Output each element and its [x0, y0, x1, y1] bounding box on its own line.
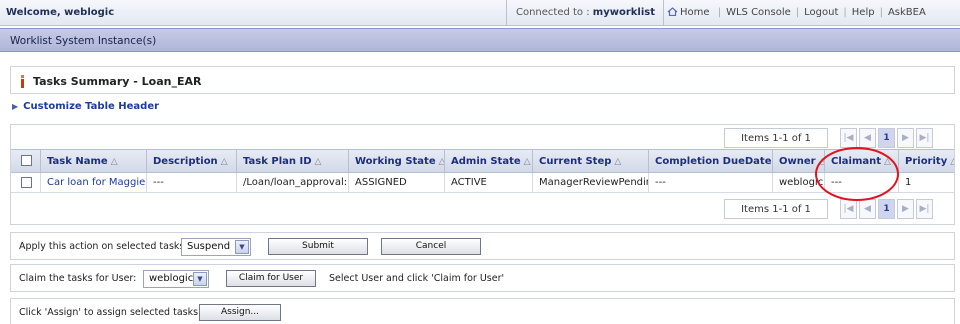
section-title: Worklist System Instance(s)	[10, 35, 157, 47]
exclamation-icon	[21, 75, 24, 88]
top-nav-links: Home | WLS Console | Logout | Help | AskBEA	[667, 7, 957, 18]
sort-icon: △	[950, 157, 954, 167]
page-number[interactable]: 1	[878, 199, 895, 219]
col-priority[interactable]: Priority △	[899, 150, 954, 172]
tasks-table: Items 1-1 of 1 |◀ ◀ 1 ▶ ▶| Task Name △ De…	[10, 124, 955, 225]
customize-table-header-link[interactable]: ▶ Customize Table Header	[12, 101, 159, 112]
row-checkbox[interactable]	[21, 177, 32, 188]
sort-icon: △	[220, 157, 228, 167]
row-select-cell	[11, 173, 41, 192]
first-page-icon[interactable]: |◀	[840, 128, 857, 148]
claim-label: Claim the tasks for User:	[19, 273, 137, 284]
col-working-state[interactable]: Working State △	[349, 150, 445, 172]
expand-triangle-icon: ▶	[12, 102, 19, 111]
cell-completion-due-date: ---	[649, 173, 773, 192]
claim-for-user-button[interactable]: Claim for User	[226, 270, 316, 287]
page-number[interactable]: 1	[878, 128, 895, 148]
sort-icon: △	[523, 157, 531, 167]
cell-working-state: ASSIGNED	[349, 173, 445, 192]
connection-status: Connected to : myworklist	[506, 0, 664, 26]
prev-page-icon[interactable]: ◀	[859, 128, 876, 148]
wls-console-link[interactable]: WLS Console	[726, 7, 791, 18]
col-current-step[interactable]: Current Step △	[533, 150, 649, 172]
tasks-summary-title: Tasks Summary - Loan_EAR	[33, 75, 202, 88]
section-bar: Worklist System Instance(s)	[0, 28, 960, 52]
pager-top: Items 1-1 of 1 |◀ ◀ 1 ▶ ▶|	[724, 128, 952, 148]
nav-separator: |	[795, 7, 800, 18]
home-link-label: Home	[680, 7, 710, 18]
col-completion-due-date[interactable]: Completion DueDate△	[649, 150, 773, 172]
table-header-row: Task Name △ Description △ Task Plan ID △ Wo…	[11, 149, 954, 173]
home-icon	[667, 7, 678, 16]
next-page-icon[interactable]: ▶	[897, 128, 914, 148]
cell-description: ---	[147, 173, 237, 192]
cell-priority: 1	[905, 177, 912, 188]
top-header: Welcome, weblogic Connected to : myworkl…	[0, 0, 960, 26]
assign-button[interactable]: Assign...	[199, 304, 281, 321]
help-link[interactable]: Help	[852, 7, 875, 18]
task-name-link[interactable]: Car loan for Maggie May	[41, 173, 147, 192]
col-description[interactable]: Description △	[147, 150, 237, 172]
col-admin-state[interactable]: Admin State △	[445, 150, 533, 172]
chevron-down-icon: ▼	[193, 272, 207, 286]
last-page-icon[interactable]: ▶|	[916, 128, 933, 148]
sort-icon: △	[614, 157, 622, 167]
items-count: Items 1-1 of 1	[724, 199, 828, 219]
col-task-name[interactable]: Task Name △	[41, 150, 147, 172]
nav-separator: |	[879, 7, 883, 18]
pager-bottom: Items 1-1 of 1 |◀ ◀ 1 ▶ ▶|	[724, 199, 952, 219]
customize-label: Customize Table Header	[23, 101, 160, 112]
cell-admin-state: ACTIVE	[445, 173, 533, 192]
action-select[interactable]: Suspend ▼	[181, 238, 251, 256]
prev-page-icon[interactable]: ◀	[859, 199, 876, 219]
assign-panel: Click 'Assign' to assign selected tasks …	[10, 298, 955, 324]
apply-action-panel: Apply this action on selected tasks: Sus…	[10, 232, 955, 260]
action-select-value: Suspend	[187, 241, 231, 252]
sort-icon: △	[314, 157, 322, 167]
claimant-highlight-circle	[815, 147, 899, 201]
chevron-down-icon: ▼	[235, 240, 249, 254]
cell-current-step: ManagerReviewPending	[533, 173, 649, 192]
select-all-checkbox[interactable]	[21, 155, 32, 166]
next-page-icon[interactable]: ▶	[897, 199, 914, 219]
cell-task-plan-id: /Loan/loan_approval:1.0	[237, 173, 349, 192]
welcome-text: Welcome, weblogic	[6, 7, 115, 18]
nav-separator: |	[717, 7, 722, 18]
assign-label: Click 'Assign' to assign selected tasks	[19, 307, 199, 318]
first-page-icon[interactable]: |◀	[840, 199, 857, 219]
connected-worklist: myworklist	[592, 7, 655, 18]
apply-action-label: Apply this action on selected tasks:	[19, 241, 188, 252]
claim-panel: Claim the tasks for User: weblogic ▼ Cla…	[10, 264, 955, 292]
home-link[interactable]: Home	[667, 7, 713, 18]
claim-hint: Select User and click 'Claim for User'	[329, 273, 505, 284]
sort-icon: △	[110, 157, 118, 167]
cancel-button[interactable]: Cancel	[381, 238, 481, 255]
claim-user-select[interactable]: weblogic ▼	[143, 270, 209, 288]
col-task-plan-id[interactable]: Task Plan ID △	[237, 150, 349, 172]
last-page-icon[interactable]: ▶|	[916, 199, 933, 219]
table-row: Car loan for Maggie May --- /Loan/loan_a…	[11, 173, 954, 193]
connected-label: Connected to :	[515, 7, 593, 18]
askbea-link[interactable]: AskBEA	[888, 7, 926, 18]
claim-user-value: weblogic	[149, 273, 194, 284]
logout-link[interactable]: Logout	[804, 7, 838, 18]
header-select-cell	[11, 150, 41, 172]
submit-button[interactable]: Submit	[268, 238, 368, 255]
nav-separator: |	[843, 7, 847, 18]
items-count: Items 1-1 of 1	[724, 128, 828, 148]
tasks-summary-header: Tasks Summary - Loan_EAR	[10, 66, 955, 94]
